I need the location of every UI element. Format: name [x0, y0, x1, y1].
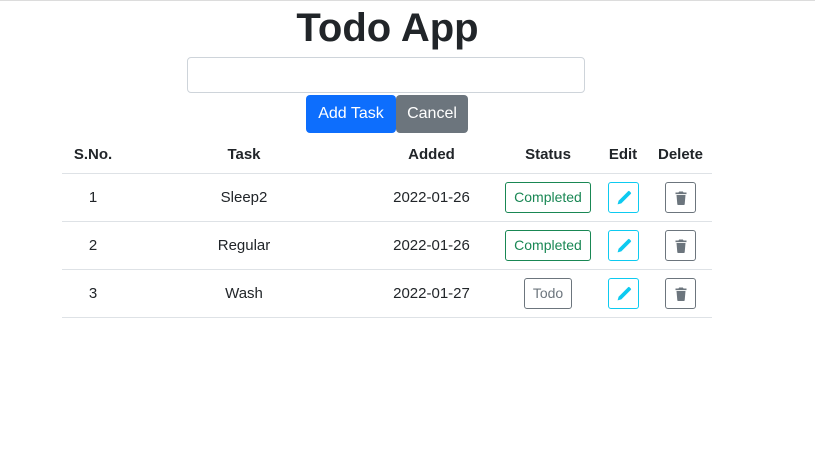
row-delete-cell: [649, 221, 712, 270]
trash-icon: [675, 239, 687, 254]
add-task-button[interactable]: Add Task: [306, 95, 396, 133]
pencil-icon: [617, 286, 631, 301]
status-button[interactable]: Todo: [523, 278, 573, 309]
tasks-table: S.No. Task Added Status Edit Delete 1 Sl…: [62, 135, 712, 318]
row-sno: 1: [62, 173, 124, 222]
status-button[interactable]: Completed: [505, 230, 591, 261]
row-task: Sleep2: [124, 173, 364, 222]
row-added: 2022-01-27: [364, 269, 499, 318]
edit-button[interactable]: [607, 278, 639, 309]
pencil-icon: [617, 238, 631, 253]
header-status: Status: [499, 135, 597, 174]
status-button[interactable]: Completed: [505, 182, 591, 213]
row-status-cell: Todo: [499, 269, 597, 318]
page-title: Todo App: [296, 6, 479, 50]
header-sno: S.No.: [62, 135, 124, 174]
row-status-cell: Completed: [499, 221, 597, 270]
task-input[interactable]: [187, 57, 585, 93]
row-task: Wash: [124, 269, 364, 318]
row-sno: 3: [62, 269, 124, 318]
top-divider: [0, 0, 815, 1]
cancel-button[interactable]: Cancel: [396, 95, 468, 133]
header-edit: Edit: [597, 135, 649, 174]
table-header-row: S.No. Task Added Status Edit Delete: [62, 135, 712, 174]
table-row: 2 Regular 2022-01-26 Completed: [62, 221, 712, 270]
table-row: 1 Sleep2 2022-01-26 Completed: [62, 173, 712, 222]
table-row: 3 Wash 2022-01-27 Todo: [62, 269, 712, 318]
delete-button[interactable]: [665, 230, 696, 261]
row-edit-cell: [597, 173, 649, 222]
trash-icon: [675, 287, 687, 302]
row-delete-cell: [649, 173, 712, 222]
row-edit-cell: [597, 269, 649, 318]
header-added: Added: [364, 135, 499, 174]
edit-button[interactable]: [607, 230, 639, 261]
edit-button[interactable]: [607, 182, 639, 213]
row-sno: 2: [62, 221, 124, 270]
page: Todo App Add Task Cancel S.No. Task Adde…: [0, 0, 815, 468]
row-status-cell: Completed: [499, 173, 597, 222]
row-edit-cell: [597, 221, 649, 270]
pencil-icon: [617, 190, 631, 205]
row-added: 2022-01-26: [364, 221, 499, 270]
row-task: Regular: [124, 221, 364, 270]
header-task: Task: [124, 135, 364, 174]
trash-icon: [675, 191, 687, 206]
delete-button[interactable]: [665, 278, 696, 309]
row-delete-cell: [649, 269, 712, 318]
row-added: 2022-01-26: [364, 173, 499, 222]
header-delete: Delete: [649, 135, 712, 174]
delete-button[interactable]: [665, 182, 696, 213]
